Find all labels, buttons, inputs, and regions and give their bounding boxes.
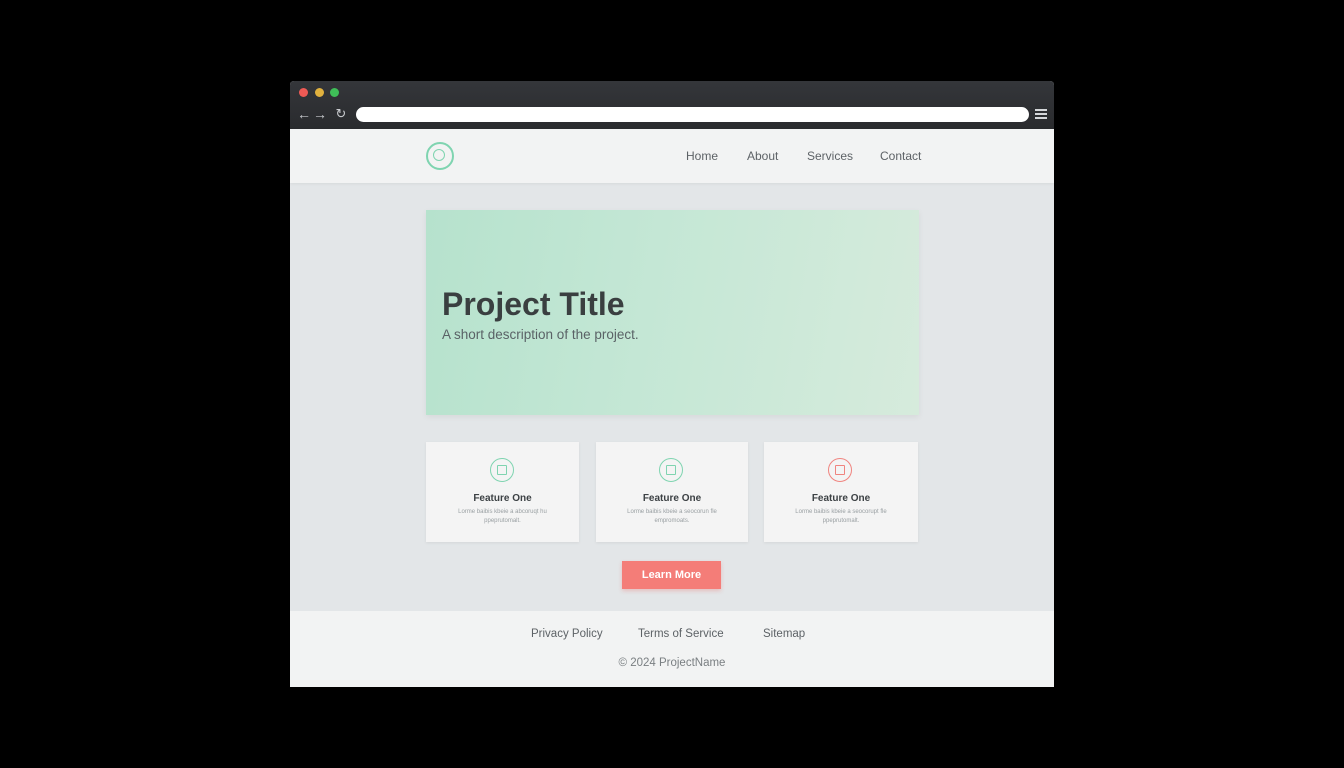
hero-banner: Project Title A short description of the… [426, 210, 919, 415]
footer-link-sitemap[interactable]: Sitemap [763, 628, 805, 640]
forward-icon[interactable]: → [312, 105, 328, 123]
feature-text: Lorme baibis kbeie a abcoruqt hu ppeprut… [458, 509, 547, 524]
hero-title: Project Title [442, 286, 625, 322]
feature-title: Feature One [473, 493, 532, 504]
nav-services[interactable]: Services [807, 149, 853, 163]
feature-text: Lorme baibis kbeie a seocorupt fle ppepr… [795, 509, 887, 524]
nav-about[interactable]: About [747, 149, 778, 163]
learn-more-button[interactable]: Learn More [622, 561, 721, 589]
grid-icon [489, 458, 514, 482]
nav-home[interactable]: Home [686, 149, 718, 163]
feature-card[interactable]: Feature One Lorme baibis kbeie a seocoru… [764, 442, 918, 542]
maximize-window-button[interactable] [330, 88, 339, 97]
logo-icon[interactable] [426, 142, 454, 170]
address-bar[interactable] [356, 107, 1029, 122]
site-header: Home About Services Contact [290, 129, 1054, 183]
grid-icon [659, 458, 683, 482]
footer-link-terms[interactable]: Terms of Service [638, 628, 724, 640]
hero-subtitle: A short description of the project. [442, 327, 639, 342]
hamburger-menu-icon[interactable] [1035, 107, 1047, 121]
image-icon [828, 458, 852, 482]
close-window-button[interactable] [299, 88, 308, 97]
back-icon[interactable]: ← [296, 105, 312, 123]
site-footer: Privacy Policy Terms of Service Sitemap … [290, 611, 1054, 687]
feature-title: Feature One [811, 493, 871, 504]
reload-icon[interactable]: ↻ [333, 105, 349, 123]
footer-link-privacy[interactable]: Privacy Policy [531, 628, 603, 640]
browser-window: ← → ↻ Home About Services Contact Projec… [290, 81, 1054, 687]
feature-text: Lorme baibis kbeie a seocorun fle emprom… [627, 509, 717, 524]
feature-card[interactable]: Feature One Lorme baibis kbeie a seocoru… [596, 442, 748, 542]
minimize-window-button[interactable] [315, 88, 324, 97]
nav-contact[interactable]: Contact [880, 149, 921, 163]
feature-card[interactable]: Feature One Lorme baibis kbeie a abcoruq… [426, 442, 579, 542]
browser-chrome: ← → ↻ [290, 81, 1054, 129]
copyright-text: © 2024 ProjectName [618, 657, 726, 669]
feature-title: Feature One [642, 493, 702, 504]
